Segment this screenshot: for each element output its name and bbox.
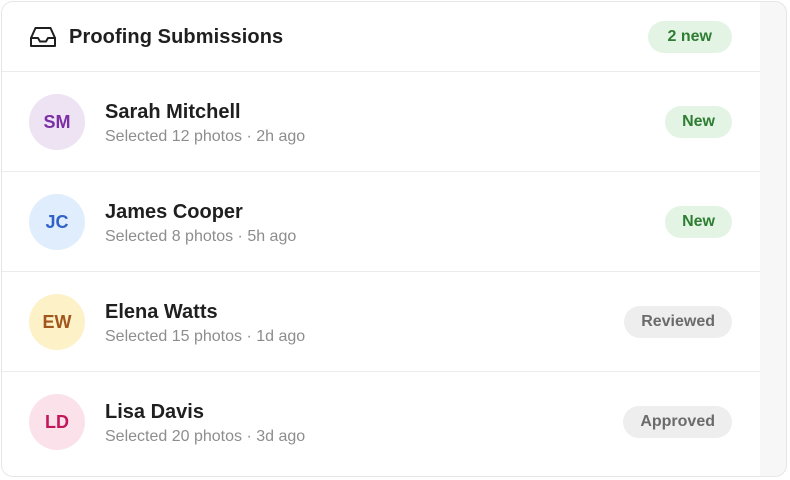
status-badge: New — [665, 206, 732, 238]
status-badge: New — [665, 106, 732, 138]
avatar: LD — [29, 394, 85, 450]
client-name: James Cooper — [105, 201, 243, 223]
client-name: Sarah Mitchell — [105, 101, 241, 123]
avatar: SM — [29, 94, 85, 150]
submission-row[interactable]: EW Elena Watts Selected 15 photos · 1d a… — [2, 272, 760, 372]
submission-meta: Selected 8 photos · 5h ago — [105, 228, 297, 245]
proofing-submissions-card: Proofing Submissions 2 new SM Sarah Mitc… — [1, 1, 787, 477]
new-count-badge: 2 new — [647, 21, 732, 53]
submission-row[interactable]: SM Sarah Mitchell Selected 12 photos · 2… — [2, 72, 760, 172]
submission-meta: Selected 20 photos · 3d ago — [105, 428, 306, 445]
client-name: Elena Watts — [105, 301, 218, 323]
avatar: JC — [29, 194, 85, 250]
inbox-icon — [29, 25, 57, 49]
card-header: Proofing Submissions 2 new — [2, 2, 760, 72]
card-title: Proofing Submissions — [69, 26, 284, 48]
avatar: EW — [29, 294, 85, 350]
submission-meta: Selected 15 photos · 1d ago — [105, 328, 306, 345]
client-name: Lisa Davis — [105, 401, 204, 423]
submission-row[interactable]: LD Lisa Davis Selected 20 photos · 3d ag… — [2, 372, 760, 472]
status-badge: Approved — [623, 406, 732, 438]
submissions-panel: Proofing Submissions 2 new SM Sarah Mitc… — [2, 2, 760, 476]
status-badge: Reviewed — [624, 306, 732, 338]
submission-meta: Selected 12 photos · 2h ago — [105, 128, 306, 145]
submission-row[interactable]: JC James Cooper Selected 8 photos · 5h a… — [2, 172, 760, 272]
